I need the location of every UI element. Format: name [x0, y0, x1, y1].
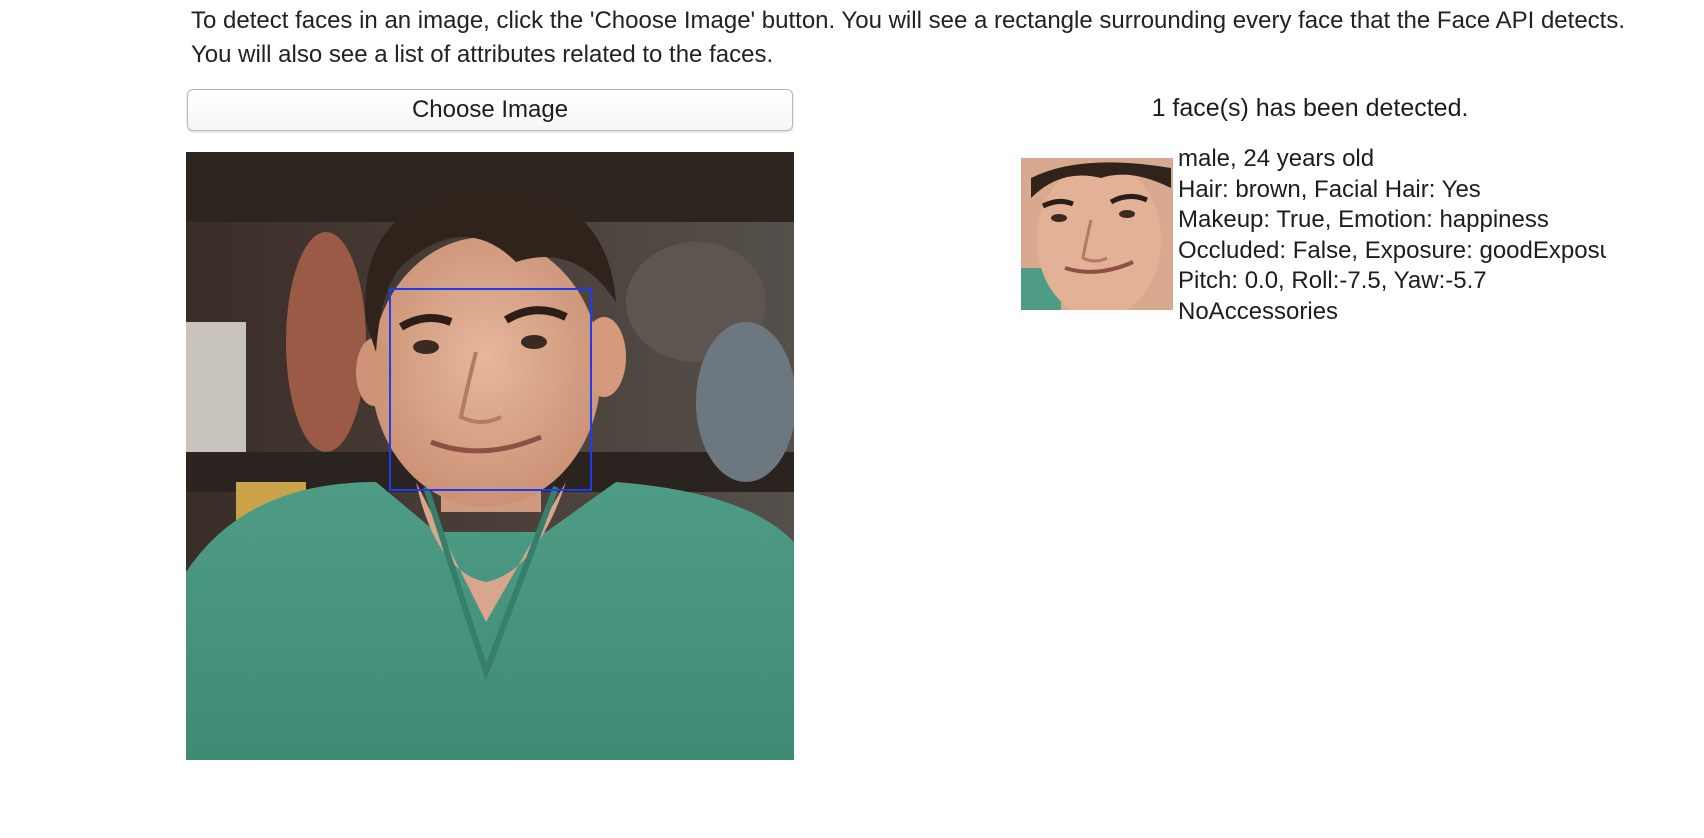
choose-image-button[interactable]: Choose Image: [187, 89, 793, 131]
detected-count-text: 1 face(s) has been detected.: [1151, 94, 1469, 122]
attribute-head-pose: Pitch: 0.0, Roll:-7.5, Yaw:-5.7: [1178, 267, 1487, 294]
attribute-accessories: NoAccessories: [1178, 297, 1339, 325]
face-result: male, 24 years old Hair: brown, Facial H…: [1021, 144, 1606, 344]
attribute-gender-age: male, 24 years old: [1178, 145, 1375, 172]
attribute-makeup-emotion: Makeup: True, Emotion: happiness: [1178, 206, 1549, 233]
instructions-text: To detect faces in an image, click the '…: [191, 7, 1625, 68]
uploaded-photo: [186, 152, 794, 760]
attribute-hair: Hair: brown, Facial Hair: Yes: [1178, 175, 1481, 203]
face-thumbnail: [1021, 158, 1173, 310]
face-rectangle: [389, 288, 592, 491]
attribute-occlusion-exposure: Occluded: False, Exposure: goodExposure: [1178, 236, 1606, 264]
face-thumbnail-illustration: [1021, 158, 1173, 310]
face-attributes: male, 24 years old Hair: brown, Facial H…: [1178, 144, 1606, 327]
